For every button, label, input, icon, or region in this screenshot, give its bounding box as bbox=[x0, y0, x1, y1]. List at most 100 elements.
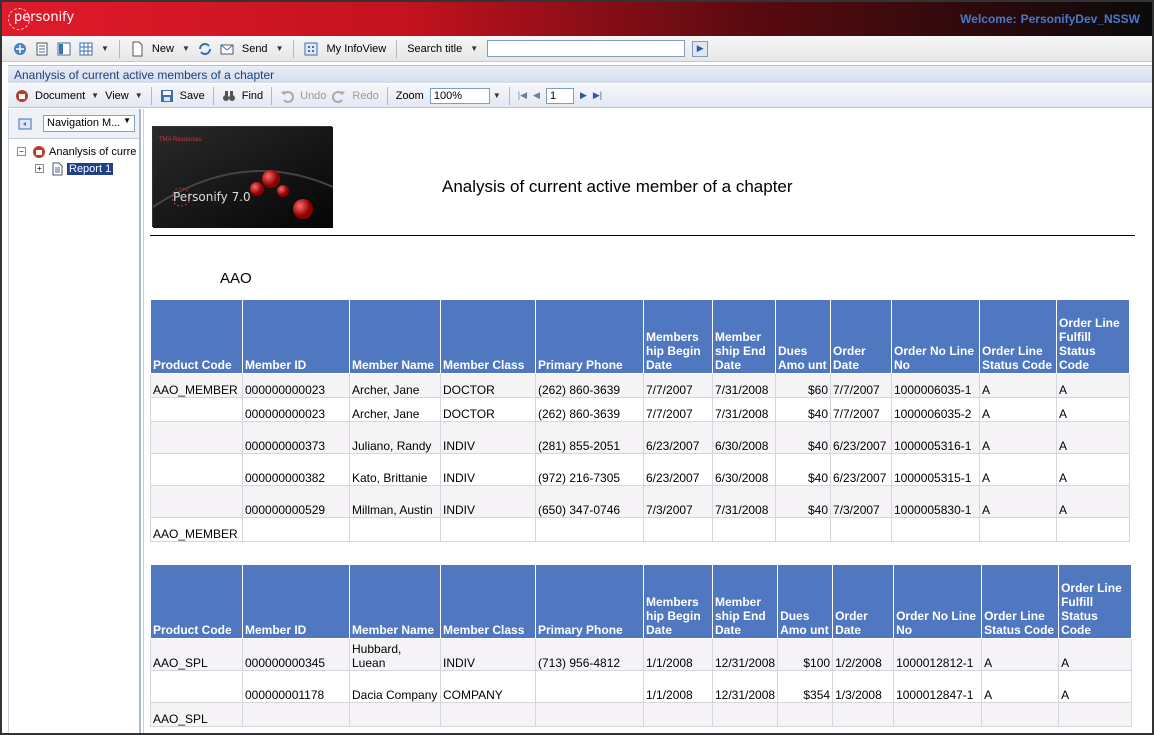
table-cell: 7/7/2007 bbox=[830, 373, 892, 398]
chevron-down-icon[interactable]: ▼ bbox=[135, 91, 143, 100]
separator bbox=[212, 86, 214, 105]
documents-icon[interactable] bbox=[33, 40, 51, 58]
welcome-label: Welcome: bbox=[960, 12, 1017, 26]
table-cell: Hubbard, Luean bbox=[349, 638, 441, 671]
table-cell: A bbox=[979, 485, 1057, 518]
redo-button[interactable]: Redo bbox=[352, 90, 378, 102]
home-icon[interactable] bbox=[11, 40, 29, 58]
send-icon[interactable] bbox=[218, 40, 236, 58]
new-button[interactable]: New bbox=[152, 43, 174, 55]
my-infoview-button[interactable]: My InfoView bbox=[326, 43, 386, 55]
infoview-icon[interactable] bbox=[302, 40, 320, 58]
table-cell: AAO_SPL bbox=[150, 638, 243, 671]
table-cell bbox=[777, 702, 834, 727]
navigation-panel: Navigation M... ▼ − Ananlysis of curre +… bbox=[8, 109, 141, 733]
table-cell: 1000006035-1 bbox=[891, 373, 980, 398]
search-go-button[interactable]: ▶ bbox=[692, 40, 709, 57]
undo-button[interactable]: Undo bbox=[300, 90, 326, 102]
navigation-mode-value: Navigation M... bbox=[47, 117, 121, 129]
refresh-icon[interactable] bbox=[196, 40, 214, 58]
table-cell: 000000001178 bbox=[242, 670, 350, 703]
welcome-message: Welcome: PersonifyDev_NSSW bbox=[956, 12, 1140, 26]
separator bbox=[396, 39, 398, 58]
table-cell: Archer, Jane bbox=[349, 373, 441, 398]
table-cell: 7/7/2007 bbox=[643, 373, 713, 398]
document-icon[interactable] bbox=[13, 87, 31, 105]
table-cell bbox=[440, 517, 536, 542]
table-cell: (262) 860-3639 bbox=[535, 397, 644, 422]
column-header: Dues Amo unt bbox=[775, 299, 831, 374]
separator bbox=[150, 86, 152, 105]
search-input[interactable] bbox=[487, 40, 686, 57]
table-cell: (713) 956-4812 bbox=[535, 638, 644, 671]
table-view-icon[interactable] bbox=[77, 40, 95, 58]
search-title-label[interactable]: Search title bbox=[407, 43, 462, 55]
table-cell: 1000012847-1 bbox=[893, 670, 983, 703]
chevron-down-icon[interactable]: ▼ bbox=[470, 44, 478, 53]
navigation-mode-select[interactable]: Navigation M... ▼ bbox=[43, 115, 135, 132]
next-page-icon[interactable]: ▶ bbox=[580, 90, 587, 101]
column-header: Order No Line No bbox=[893, 564, 983, 639]
page-number-input[interactable]: 1 bbox=[545, 87, 574, 104]
find-button[interactable]: Find bbox=[242, 90, 263, 102]
list-view-icon[interactable] bbox=[55, 40, 73, 58]
table-cell: 7/7/2007 bbox=[643, 397, 713, 422]
tree-item-report[interactable]: + Report 1 bbox=[17, 160, 139, 177]
save-button[interactable]: Save bbox=[180, 90, 205, 102]
table-cell: A bbox=[1056, 421, 1130, 454]
collapse-icon[interactable]: − bbox=[17, 147, 26, 156]
binoculars-icon[interactable] bbox=[220, 87, 238, 105]
chevron-down-icon[interactable]: ▼ bbox=[276, 44, 284, 53]
table-cell bbox=[535, 670, 644, 703]
table-cell: $40 bbox=[775, 397, 831, 422]
table-cell bbox=[150, 421, 243, 454]
table-cell: Millman, Austin bbox=[349, 485, 441, 518]
view-menu[interactable]: View bbox=[105, 90, 129, 102]
document-menu[interactable]: Document bbox=[35, 90, 85, 102]
table-row: 000000000529 Millman, Austin INDIV (650) 34… bbox=[150, 485, 1130, 518]
save-icon[interactable] bbox=[158, 87, 176, 105]
column-header: Members hip Begin Date bbox=[643, 564, 713, 639]
table-cell: 1/2/2008 bbox=[832, 638, 895, 671]
tree-item-root[interactable]: − Ananlysis of curre bbox=[17, 143, 139, 160]
chevron-down-icon[interactable]: ▼ bbox=[182, 44, 190, 53]
report-title-bar: Ananlysis of current active members of a… bbox=[8, 65, 1152, 83]
column-header: Order Line Status Code bbox=[981, 564, 1060, 639]
previous-page-icon[interactable]: ◀ bbox=[533, 90, 540, 101]
table-cell bbox=[832, 702, 895, 727]
expand-icon[interactable]: + bbox=[35, 164, 44, 173]
table-cell: $40 bbox=[775, 485, 831, 518]
chevron-down-icon[interactable]: ▼ bbox=[123, 116, 131, 125]
table-cell bbox=[775, 517, 831, 542]
table-row: AAO_MEMBER bbox=[150, 517, 1130, 542]
table-cell bbox=[981, 702, 1060, 727]
last-page-icon[interactable]: ▶| bbox=[593, 90, 602, 101]
table-cell bbox=[349, 517, 441, 542]
column-header: Member Name bbox=[349, 564, 441, 639]
table-cell: $40 bbox=[775, 453, 831, 486]
collapse-panel-icon[interactable] bbox=[16, 115, 34, 133]
send-button[interactable]: Send bbox=[242, 43, 268, 55]
zoom-input[interactable]: 100% bbox=[429, 87, 490, 104]
first-page-icon[interactable]: |◀ bbox=[518, 90, 527, 101]
title-divider bbox=[150, 235, 1135, 236]
chevron-down-icon[interactable]: ▼ bbox=[493, 91, 501, 100]
chevron-down-icon[interactable]: ▼ bbox=[101, 44, 109, 53]
table-header-row: Product Code Member ID Member Name Member C… bbox=[150, 299, 1130, 374]
column-header: Order Date bbox=[832, 564, 895, 639]
table-cell bbox=[150, 453, 243, 486]
navigation-tree: − Ananlysis of curre + Report 1 bbox=[9, 139, 139, 177]
table-cell: A bbox=[979, 421, 1057, 454]
personify-logo: personify bbox=[8, 8, 98, 30]
table-cell bbox=[893, 702, 983, 727]
main-toolbar: ▼ New ▼ Send ▼ My InfoView Search title … bbox=[2, 36, 1152, 62]
table-cell: Dacia Company bbox=[349, 670, 441, 703]
chevron-down-icon[interactable]: ▼ bbox=[91, 91, 99, 100]
welcome-user: PersonifyDev_NSSW bbox=[1020, 12, 1140, 26]
table-cell: AAO_SPL bbox=[150, 702, 243, 727]
table-cell: Archer, Jane bbox=[349, 397, 441, 422]
column-header: Member ship End Date bbox=[711, 564, 779, 639]
new-document-icon[interactable] bbox=[128, 40, 146, 58]
report-title: Analysis of current active member of a c… bbox=[442, 177, 793, 196]
logo-text: personify bbox=[14, 10, 75, 25]
